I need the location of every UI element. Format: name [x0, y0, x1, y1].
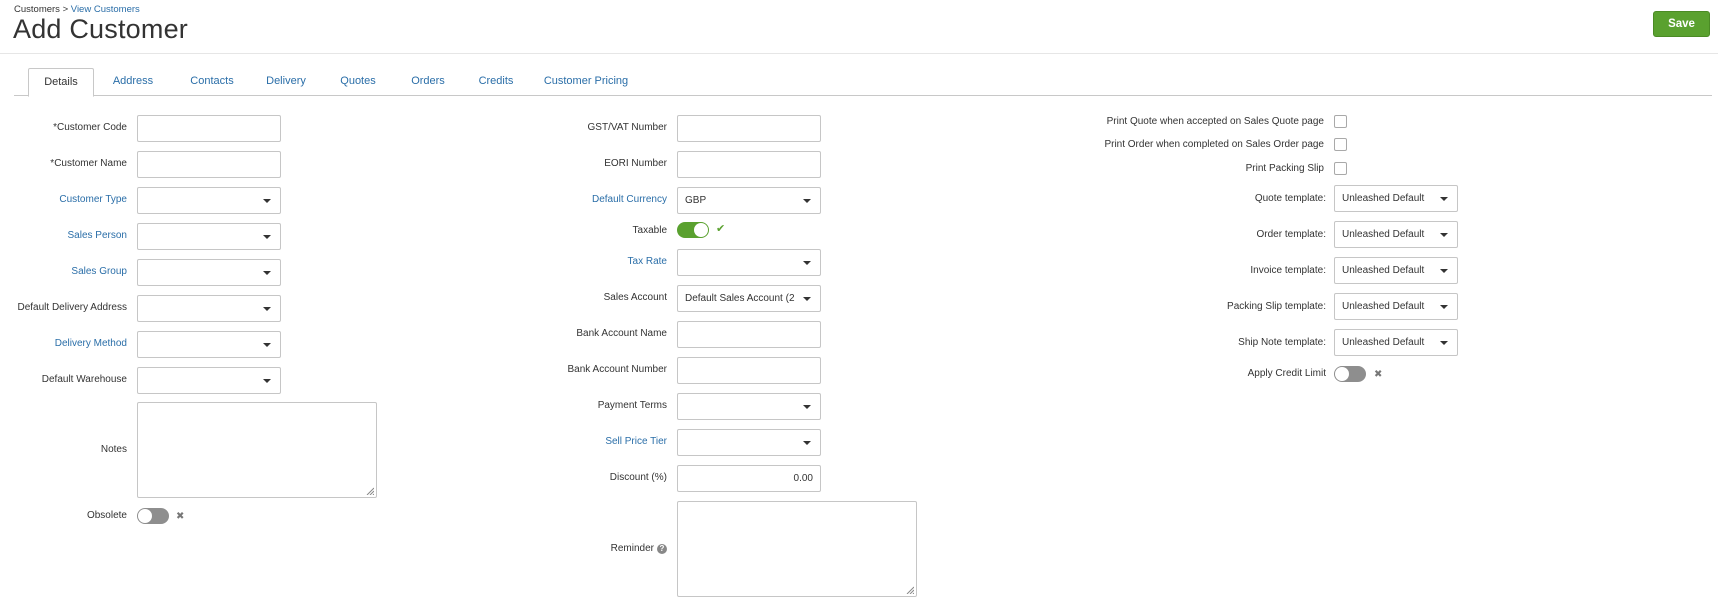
sell-price-tier-select[interactable]	[677, 429, 821, 456]
bank-account-number-input[interactable]	[677, 357, 821, 384]
tab-customer-pricing[interactable]: Customer Pricing	[541, 68, 631, 96]
notes-label: Notes	[100, 444, 127, 455]
resize-grip-icon[interactable]	[366, 487, 374, 495]
customer-type-link[interactable]: Customer Type	[59, 194, 127, 205]
taxable-label: Taxable	[632, 225, 667, 236]
bank-account-name-input[interactable]	[677, 321, 821, 348]
print-packing-slip-checkbox[interactable]	[1334, 162, 1347, 175]
sales-group-select[interactable]	[137, 259, 281, 286]
customer-name-input[interactable]	[137, 151, 281, 178]
delivery-method-select[interactable]	[137, 331, 281, 358]
quote-template-value: Unleashed Default	[1342, 193, 1425, 204]
toggle-knob	[1335, 367, 1349, 381]
header-divider	[0, 53, 1718, 54]
resize-grip-icon[interactable]	[906, 586, 914, 594]
sales-account-select[interactable]: Default Sales Account (2	[677, 285, 821, 312]
payment-terms-select[interactable]	[677, 393, 821, 420]
checkmark-icon: ✔	[716, 223, 726, 235]
tax-rate-link[interactable]: Tax Rate	[628, 256, 667, 267]
toggle-knob	[694, 223, 708, 237]
invoice-template-select[interactable]: Unleashed Default	[1334, 257, 1458, 284]
invoice-template-value: Unleashed Default	[1342, 265, 1425, 276]
question-circle-icon[interactable]: ?	[657, 544, 667, 554]
tab-orders[interactable]: Orders	[406, 68, 450, 96]
packing-slip-template-value: Unleashed Default	[1342, 301, 1425, 312]
ship-note-template-value: Unleashed Default	[1342, 337, 1425, 348]
sell-price-tier-link[interactable]: Sell Price Tier	[605, 436, 667, 447]
tab-details[interactable]: Details	[28, 68, 94, 97]
print-order-checkbox[interactable]	[1334, 138, 1347, 151]
obsolete-toggle[interactable]	[137, 508, 169, 524]
default-warehouse-label: Default Warehouse	[41, 374, 127, 385]
default-warehouse-select[interactable]	[137, 367, 281, 394]
payment-terms-label: Payment Terms	[597, 400, 667, 411]
default-currency-select[interactable]: GBP	[677, 187, 821, 214]
default-delivery-address-label: Default Delivery Address	[17, 302, 128, 313]
order-template-value: Unleashed Default	[1342, 229, 1425, 240]
order-template-label: Order template:	[1256, 229, 1326, 240]
bank-account-name-label: Bank Account Name	[576, 328, 667, 339]
gst-vat-input[interactable]	[677, 115, 821, 142]
order-template-select[interactable]: Unleashed Default	[1334, 221, 1458, 248]
default-currency-value: GBP	[685, 195, 707, 206]
sales-account-label: Sales Account	[603, 292, 667, 303]
toggle-knob	[138, 509, 152, 523]
reminder-textarea[interactable]	[677, 501, 917, 597]
print-order-label: Print Order when completed on Sales Orde…	[1104, 139, 1324, 150]
customer-code-label-text: Customer Code	[56, 122, 127, 133]
sales-person-link[interactable]: Sales Person	[68, 230, 127, 241]
customer-name-label-text: Customer Name	[54, 158, 127, 169]
default-currency-link[interactable]: Default Currency	[592, 194, 667, 205]
tab-address[interactable]: Address	[108, 68, 158, 96]
save-button[interactable]: Save	[1653, 11, 1710, 37]
tab-contacts[interactable]: Contacts	[184, 68, 240, 96]
default-delivery-address-select[interactable]	[137, 295, 281, 322]
print-quote-checkbox[interactable]	[1334, 115, 1347, 128]
sales-person-select[interactable]	[137, 223, 281, 250]
tab-bar: Details Address Contacts Delivery Quotes…	[14, 68, 1712, 97]
reminder-label: Reminder	[610, 543, 654, 554]
eori-label: EORI Number	[604, 158, 667, 169]
print-packing-slip-label: Print Packing Slip	[1245, 163, 1324, 174]
notes-textarea[interactable]	[137, 402, 377, 498]
discount-label: Discount (%)	[609, 472, 667, 483]
customer-name-label: *Customer Name	[50, 158, 127, 169]
ship-note-template-select[interactable]: Unleashed Default	[1334, 329, 1458, 356]
cross-icon: ✖	[1374, 369, 1383, 380]
tax-rate-select[interactable]	[677, 249, 821, 276]
print-quote-label: Print Quote when accepted on Sales Quote…	[1106, 116, 1324, 127]
cross-icon: ✖	[176, 511, 185, 522]
packing-slip-template-label: Packing Slip template:	[1227, 301, 1326, 312]
bank-account-number-label: Bank Account Number	[567, 364, 668, 375]
quote-template-select[interactable]: Unleashed Default	[1334, 185, 1458, 212]
sales-group-link[interactable]: Sales Group	[71, 266, 127, 277]
quote-template-label: Quote template:	[1254, 193, 1326, 204]
delivery-method-link[interactable]: Delivery Method	[55, 338, 127, 349]
sales-account-value: Default Sales Account (2	[685, 293, 795, 304]
tab-quotes[interactable]: Quotes	[335, 68, 381, 96]
discount-input[interactable]: 0.00	[677, 465, 821, 492]
packing-slip-template-select[interactable]: Unleashed Default	[1334, 293, 1458, 320]
tab-credits[interactable]: Credits	[474, 68, 518, 96]
apply-credit-limit-label: Apply Credit Limit	[1247, 368, 1326, 379]
eori-input[interactable]	[677, 151, 821, 178]
obsolete-label: Obsolete	[86, 510, 127, 521]
customer-type-select[interactable]	[137, 187, 281, 214]
page-title: Add Customer	[13, 14, 188, 44]
invoice-template-label: Invoice template:	[1250, 265, 1326, 276]
tab-delivery[interactable]: Delivery	[261, 68, 311, 96]
customer-code-input[interactable]	[137, 115, 281, 142]
ship-note-template-label: Ship Note template:	[1238, 337, 1326, 348]
customer-code-label: *Customer Code	[53, 122, 127, 133]
taxable-toggle[interactable]	[677, 222, 709, 238]
apply-credit-limit-toggle[interactable]	[1334, 366, 1366, 382]
gst-vat-label: GST/VAT Number	[587, 122, 667, 133]
